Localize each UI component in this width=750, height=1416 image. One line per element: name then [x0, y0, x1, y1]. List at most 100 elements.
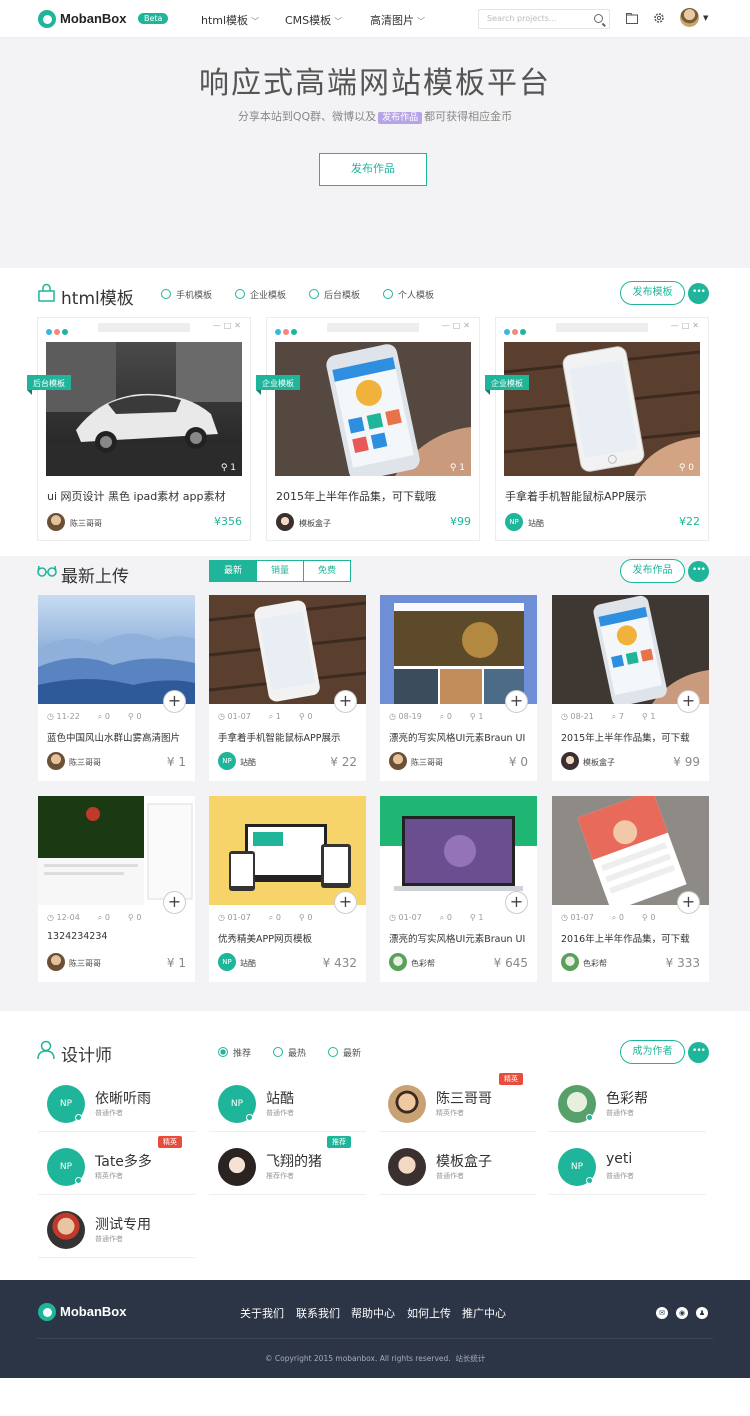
add-to-collection-button[interactable]: +	[334, 690, 357, 713]
work-title[interactable]: 2015年上半年作品集，可下载	[561, 730, 706, 744]
designer-avatar[interactable]	[388, 1148, 426, 1186]
search-input[interactable]: Search projects...	[478, 9, 610, 29]
designer-name[interactable]: Tate多多	[95, 1151, 152, 1171]
author-avatar[interactable]: NP	[505, 513, 523, 531]
designer-avatar[interactable]	[218, 1148, 256, 1186]
designer-name[interactable]: 依晰听雨	[95, 1088, 151, 1108]
wechat-icon[interactable]: ✉	[656, 1307, 668, 1319]
brand-name[interactable]: MobanBox	[60, 11, 126, 26]
designer-avatar[interactable]	[47, 1211, 85, 1249]
publish-work-button[interactable]: 发布作品	[319, 153, 427, 186]
add-to-collection-button[interactable]: +	[505, 690, 528, 713]
author-name[interactable]: 站酷	[240, 757, 256, 768]
template-card[interactable]: —□✕ ⚲ 0 企业模板 手拿着手机智能鼠标APP展示 NP 站酷 ¥22	[485, 317, 709, 541]
work-card[interactable]: + ◷ 01-07 ⌕ 1 ⚲ 0 手拿着手机智能鼠标APP展示 NP 站酷 ¥ 22	[209, 595, 366, 781]
more-latest-button[interactable]: •••	[688, 561, 709, 582]
author-name[interactable]: 陈三哥哥	[69, 757, 101, 768]
author-avatar[interactable]	[389, 953, 407, 971]
footer-link-help[interactable]: 帮助中心	[351, 1305, 395, 1321]
footer-brand[interactable]: MobanBox	[60, 1304, 126, 1319]
author-name[interactable]: 陈三哥哥	[69, 958, 101, 969]
more-templates-button[interactable]: •••	[688, 283, 709, 304]
work-title[interactable]: 1324234234	[47, 931, 192, 942]
template-thumbnail[interactable]: ⚲ 1	[275, 342, 471, 476]
author-avatar[interactable]	[561, 953, 579, 971]
tab-sales[interactable]: 销量	[256, 560, 304, 582]
publish-work-button-2[interactable]: 发布作品	[620, 559, 685, 583]
gear-icon[interactable]	[653, 12, 665, 24]
author-name[interactable]: 模板盒子	[299, 518, 331, 529]
template-thumbnail[interactable]: ⚲ 1	[46, 342, 242, 476]
work-card[interactable]: + ◷ 01-07 ⌕ 0 ⚲ 1 漂亮的写实风格UI元素Braun UI 色彩帮 ¥ 64…	[380, 796, 537, 982]
work-title[interactable]: 2016年上半年作品集，可下载	[561, 931, 706, 945]
user-avatar[interactable]	[680, 8, 699, 27]
add-to-collection-button[interactable]: +	[163, 891, 186, 914]
stats-link[interactable]: 站长统计	[455, 1354, 485, 1363]
author-name[interactable]: 模板盒子	[583, 757, 615, 768]
footer-link-contact[interactable]: 联系我们	[296, 1305, 340, 1321]
work-thumbnail[interactable]	[380, 595, 537, 704]
filter-mobile[interactable]: 手机模板	[161, 288, 212, 301]
search-icon[interactable]	[594, 14, 603, 23]
designer-name[interactable]: 陈三哥哥	[436, 1088, 492, 1108]
designer-avatar[interactable]	[388, 1085, 426, 1123]
work-card[interactable]: + ◷ 11-22 ⌕ 0 ⚲ 0 蓝色中国风山水群山雾高清图片 陈三哥哥 ¥ 1	[38, 595, 195, 781]
filter-personal[interactable]: 个人模板	[383, 288, 434, 301]
work-card[interactable]: + ◷ 01-07 ⌕ 0 ⚲ 0 2016年上半年作品集，可下载 色彩帮 ¥ 333	[552, 796, 709, 982]
author-name[interactable]: 色彩帮	[583, 958, 607, 969]
work-card[interactable]: + ◷ 12-04 ⌕ 0 ⚲ 0 1324234234 陈三哥哥 ¥ 1	[38, 796, 195, 982]
template-title[interactable]: 2015年上半年作品集，可下载哦	[276, 488, 476, 504]
author-avatar[interactable]	[276, 513, 294, 531]
become-author-button[interactable]: 成为作者	[620, 1040, 685, 1064]
caret-down-icon[interactable]: ▼	[703, 14, 708, 22]
template-thumbnail[interactable]: ⚲ 0	[504, 342, 700, 476]
publish-tag[interactable]: 发布作品	[378, 112, 423, 124]
work-title[interactable]: 漂亮的写实风格UI元素Braun UI	[389, 931, 534, 945]
footer-link-about[interactable]: 关于我们	[240, 1305, 284, 1321]
tab-free[interactable]: 免费	[303, 560, 351, 582]
footer-link-promo[interactable]: 推广中心	[462, 1305, 506, 1321]
work-thumbnail[interactable]	[38, 595, 195, 704]
template-card[interactable]: —□✕ ⚲ 1 后台模板 ui 网页设计 黑色 ipad素材 app素材 陈三哥…	[27, 317, 251, 541]
weibo-icon[interactable]: ◉	[676, 1307, 688, 1319]
author-avatar[interactable]	[47, 513, 65, 531]
add-to-collection-button[interactable]: +	[334, 891, 357, 914]
work-card[interactable]: + ◷ 01-07 ⌕ 0 ⚲ 0 优秀精美APP网页模板 NP 站酷 ¥ 432	[209, 796, 366, 982]
filter-recommended[interactable]: 推荐	[218, 1046, 251, 1059]
work-title[interactable]: 优秀精美APP网页模板	[218, 931, 363, 945]
work-card[interactable]: + ◷ 08-19 ⌕ 0 ⚲ 1 漂亮的写实风格UI元素Braun UI 陈三哥哥 ¥ 0	[380, 595, 537, 781]
filter-admin[interactable]: 后台模板	[309, 288, 360, 301]
filter-enterprise[interactable]: 企业模板	[235, 288, 286, 301]
more-designers-button[interactable]: •••	[688, 1042, 709, 1063]
designer-name[interactable]: 色彩帮	[606, 1088, 648, 1108]
filter-hottest[interactable]: 最热	[273, 1046, 306, 1059]
designer-name[interactable]: 飞翔的猪	[266, 1151, 322, 1171]
add-to-collection-button[interactable]: +	[677, 690, 700, 713]
designer-name[interactable]: 模板盒子	[436, 1151, 492, 1171]
author-avatar[interactable]	[47, 953, 65, 971]
nav-cms-templates[interactable]: CMS模板 ﹀	[285, 12, 342, 28]
work-thumbnail[interactable]	[552, 595, 709, 704]
publish-template-button[interactable]: 发布模板	[620, 281, 685, 305]
author-name[interactable]: 站酷	[240, 958, 256, 969]
work-thumbnail[interactable]	[209, 595, 366, 704]
work-thumbnail[interactable]	[38, 796, 195, 905]
folder-icon[interactable]	[626, 13, 638, 24]
work-title[interactable]: 手拿着手机智能鼠标APP展示	[218, 730, 363, 744]
work-title[interactable]: 蓝色中国风山水群山雾高清图片	[47, 730, 192, 744]
author-avatar[interactable]	[47, 752, 65, 770]
filter-newest[interactable]: 最新	[328, 1046, 361, 1059]
qq-icon[interactable]: ♟	[696, 1307, 708, 1319]
author-avatar[interactable]	[561, 752, 579, 770]
author-avatar[interactable]: NP	[218, 953, 236, 971]
work-thumbnail[interactable]	[552, 796, 709, 905]
designer-name[interactable]: 测试专用	[95, 1214, 151, 1234]
designer-name[interactable]: 站酷	[266, 1088, 294, 1108]
template-card[interactable]: —□✕ ⚲ 1 企业模板 2015年上半年作品集，可下载哦 模板盒子 ¥99	[256, 317, 480, 541]
author-name[interactable]: 陈三哥哥	[411, 757, 443, 768]
footer-link-upload[interactable]: 如何上传	[407, 1305, 451, 1321]
author-avatar[interactable]: NP	[218, 752, 236, 770]
work-thumbnail[interactable]	[380, 796, 537, 905]
work-card[interactable]: + ◷ 08-21 ⌕ 7 ⚲ 1 2015年上半年作品集，可下载 模板盒子 ¥ 99	[552, 595, 709, 781]
work-title[interactable]: 漂亮的写实风格UI元素Braun UI	[389, 730, 534, 744]
